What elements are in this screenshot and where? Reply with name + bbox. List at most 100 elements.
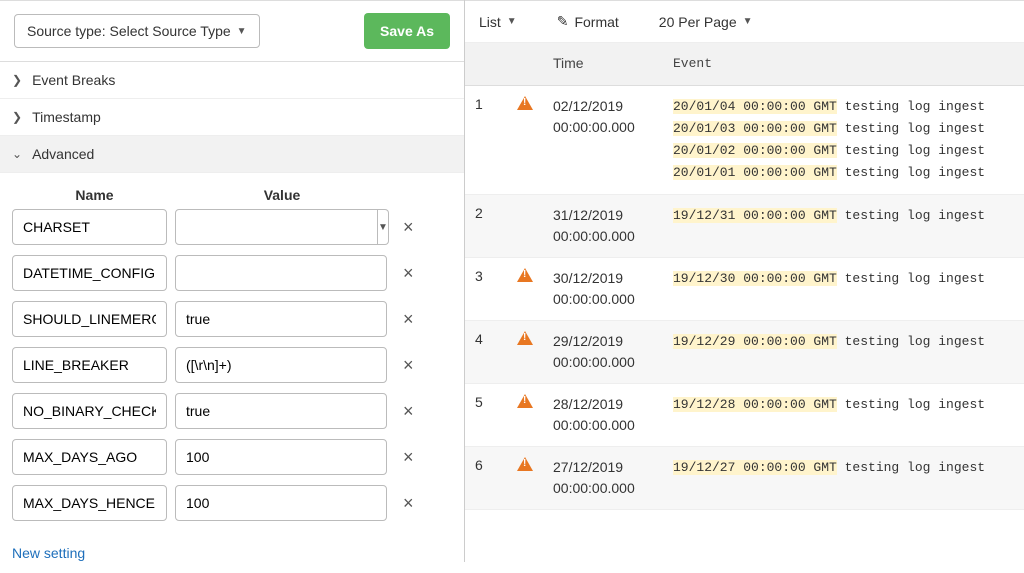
chevron-down-icon: ⌄	[12, 147, 22, 161]
setting-value-input[interactable]	[175, 347, 387, 383]
setting-value-input[interactable]	[175, 209, 378, 245]
per-page-label: 20 Per Page	[659, 14, 737, 30]
new-setting-link[interactable]: New setting	[0, 539, 464, 573]
delete-row-button[interactable]: ×	[395, 351, 422, 380]
warning-icon[interactable]	[517, 457, 533, 471]
col-header-time: Time	[545, 43, 665, 85]
delete-row-button[interactable]: ×	[395, 489, 422, 518]
section-event-breaks[interactable]: ❯ Event Breaks	[0, 62, 464, 99]
setting-value-wrap	[175, 301, 387, 337]
highlighted-timestamp: 19/12/28 00:00:00 GMT	[673, 397, 837, 412]
event-time: 27/12/201900:00:00.000	[545, 447, 665, 509]
event-message: testing log ingest	[837, 208, 985, 223]
chevron-right-icon: ❯	[12, 73, 22, 87]
warning-icon[interactable]	[517, 96, 533, 110]
left-topbar: Source type: Select Source Type ▼ Save A…	[0, 0, 464, 62]
setting-value-input[interactable]	[175, 439, 387, 475]
advanced-row: ×	[12, 301, 452, 337]
event-warning-cell	[505, 447, 545, 509]
highlighted-timestamp: 20/01/02 00:00:00 GMT	[673, 143, 837, 158]
pencil-icon: ✎	[557, 13, 569, 30]
setting-value-input[interactable]	[175, 485, 387, 521]
event-message: testing log ingest	[837, 143, 985, 158]
advanced-row: ×	[12, 255, 452, 291]
setting-value-wrap	[175, 255, 387, 291]
event-warning-cell	[505, 321, 545, 383]
source-type-dropdown[interactable]: Source type: Select Source Type ▼	[14, 14, 260, 48]
event-text: 19/12/27 00:00:00 GMT testing log ingest	[665, 447, 1024, 509]
advanced-row: ×	[12, 485, 452, 521]
setting-name-input[interactable]	[12, 393, 167, 429]
setting-value-input[interactable]	[175, 301, 387, 337]
event-time: 29/12/201900:00:00.000	[545, 321, 665, 383]
event-message: testing log ingest	[837, 397, 985, 412]
caret-down-icon: ▼	[237, 26, 247, 37]
event-row[interactable]: 627/12/201900:00:00.00019/12/27 00:00:00…	[465, 447, 1024, 510]
event-row-number: 3	[465, 258, 505, 320]
caret-down-icon: ▼	[507, 16, 517, 27]
caret-down-icon: ▼	[378, 222, 388, 233]
advanced-header: Name Value	[12, 181, 452, 209]
event-message: testing log ingest	[837, 165, 985, 180]
event-row-number: 5	[465, 384, 505, 446]
warning-icon[interactable]	[517, 394, 533, 408]
setting-name-input[interactable]	[12, 439, 167, 475]
delete-row-button[interactable]: ×	[395, 305, 422, 334]
event-message: testing log ingest	[837, 99, 985, 114]
per-page-dropdown[interactable]: 20 Per Page ▼	[659, 14, 753, 30]
section-timestamp[interactable]: ❯ Timestamp	[0, 99, 464, 136]
value-dropdown-toggle[interactable]: ▼	[378, 209, 389, 245]
delete-row-button[interactable]: ×	[395, 259, 422, 288]
event-row-number: 2	[465, 195, 505, 257]
delete-row-button[interactable]: ×	[395, 213, 422, 242]
setting-value-input[interactable]	[175, 255, 387, 291]
event-time: 31/12/201900:00:00.000	[545, 195, 665, 257]
section-label: Event Breaks	[32, 72, 115, 88]
event-text: 19/12/31 00:00:00 GMT testing log ingest	[665, 195, 1024, 257]
source-type-label: Source type: Select Source Type	[27, 23, 231, 39]
event-row[interactable]: 4 29/12/201900:00:00.00019/12/29 00:00:00…	[465, 321, 1024, 384]
event-warning-cell	[505, 258, 545, 320]
format-label: Format	[574, 14, 618, 30]
setting-name-input[interactable]	[12, 209, 167, 245]
event-row-number: 1	[465, 86, 505, 194]
event-message: testing log ingest	[837, 334, 985, 349]
setting-value-input[interactable]	[175, 393, 387, 429]
event-time: 02/12/201900:00:00.000	[545, 86, 665, 194]
setting-value-wrap	[175, 439, 387, 475]
event-message: testing log ingest	[837, 460, 985, 475]
caret-down-icon: ▼	[743, 16, 753, 27]
event-text: 19/12/29 00:00:00 GMT testing log ingest	[665, 321, 1024, 383]
col-header-name: Name	[12, 187, 177, 203]
col-header-warn	[505, 43, 545, 85]
event-time: 30/12/201900:00:00.000	[545, 258, 665, 320]
section-label: Timestamp	[32, 109, 101, 125]
highlighted-timestamp: 19/12/27 00:00:00 GMT	[673, 460, 837, 475]
setting-name-input[interactable]	[12, 255, 167, 291]
delete-row-button[interactable]: ×	[395, 443, 422, 472]
event-warning-cell	[505, 86, 545, 194]
setting-name-input[interactable]	[12, 301, 167, 337]
section-advanced[interactable]: ⌄ Advanced	[0, 136, 464, 173]
event-row[interactable]: 3 30/12/201900:00:00.00019/12/30 00:00:00…	[465, 258, 1024, 321]
events-header: Time Event	[465, 43, 1024, 86]
event-row-number: 4	[465, 321, 505, 383]
event-row[interactable]: 528/12/201900:00:00.00019/12/28 00:00:00…	[465, 384, 1024, 447]
highlighted-timestamp: 20/01/03 00:00:00 GMT	[673, 121, 837, 136]
left-panel: Source type: Select Source Type ▼ Save A…	[0, 0, 465, 562]
save-as-button[interactable]: Save As	[364, 13, 450, 49]
warning-icon[interactable]	[517, 331, 533, 345]
advanced-row: ×	[12, 393, 452, 429]
delete-row-button[interactable]: ×	[395, 397, 422, 426]
format-button[interactable]: ✎ Format	[557, 13, 619, 30]
advanced-row: ×	[12, 347, 452, 383]
event-text: 19/12/30 00:00:00 GMT testing log ingest	[665, 258, 1024, 320]
warning-icon[interactable]	[517, 268, 533, 282]
event-row[interactable]: 2 31/12/201900:00:00.00019/12/31 00:00:00…	[465, 195, 1024, 258]
event-row[interactable]: 102/12/201900:00:00.00020/01/04 00:00:00…	[465, 86, 1024, 195]
list-dropdown[interactable]: List ▼	[479, 14, 517, 30]
setting-name-input[interactable]	[12, 485, 167, 521]
setting-value-wrap	[175, 347, 387, 383]
setting-name-input[interactable]	[12, 347, 167, 383]
advanced-row: ×	[12, 439, 452, 475]
